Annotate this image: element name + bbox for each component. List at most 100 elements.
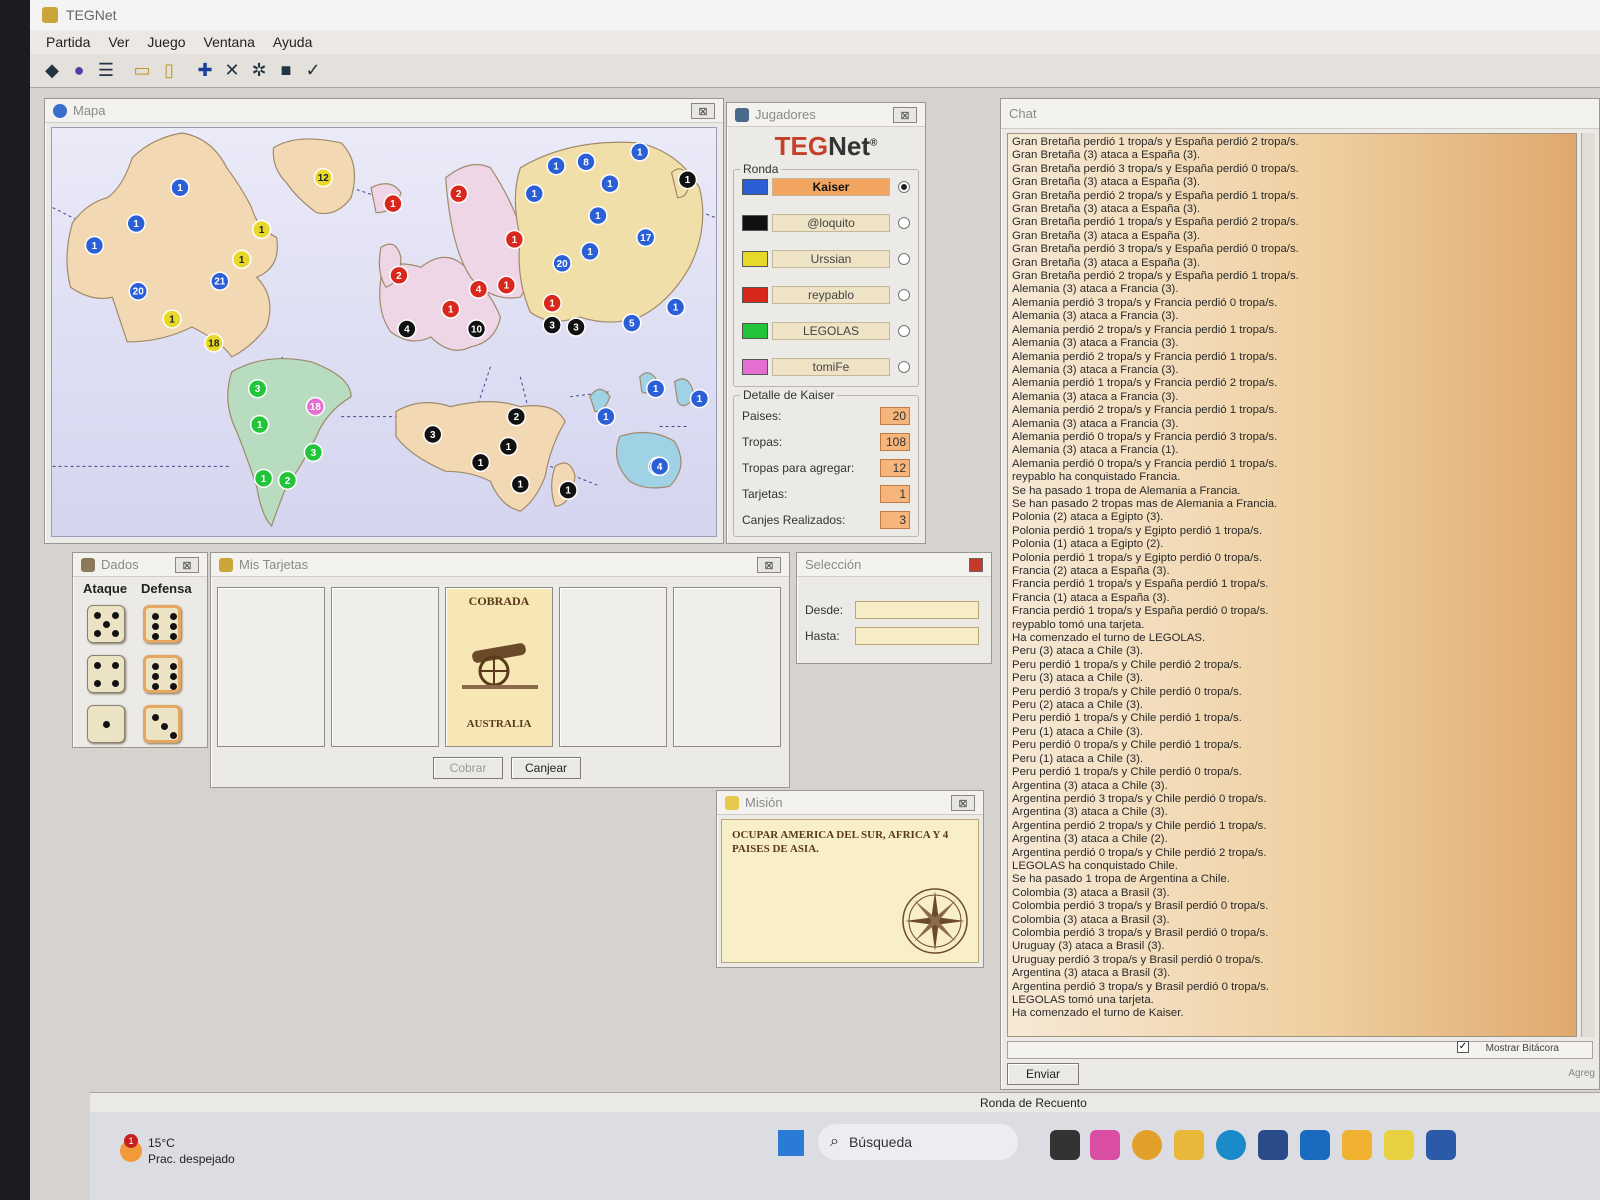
troop-token[interactable]: 3 <box>542 315 562 335</box>
troop-token[interactable]: 1 <box>580 241 600 262</box>
from-field[interactable] <box>855 601 979 619</box>
troop-token[interactable]: 1 <box>504 229 525 250</box>
troop-token[interactable]: 1 <box>496 275 517 295</box>
troop-token[interactable]: 1 <box>253 468 274 488</box>
troop-token[interactable]: 1 <box>162 309 182 329</box>
troop-token[interactable]: 1 <box>689 388 710 409</box>
troop-token[interactable]: 12 <box>313 168 333 188</box>
menu-ver[interactable]: Ver <box>108 34 129 50</box>
chrome-icon[interactable] <box>1132 1130 1162 1160</box>
add-troops-icon[interactable]: ✚ <box>193 59 217 83</box>
troop-token[interactable]: 1 <box>251 219 272 240</box>
player-row[interactable]: LEGOLAS <box>742 320 910 342</box>
player-radio[interactable] <box>898 289 910 301</box>
word-icon[interactable] <box>1426 1130 1456 1160</box>
start-windows-icon[interactable] <box>778 1130 804 1156</box>
close-icon[interactable]: ⊠ <box>951 795 975 811</box>
troop-token[interactable]: 20 <box>552 253 572 274</box>
menu-ventana[interactable]: Ventana <box>204 34 255 50</box>
country-card[interactable]: COBRADA AUSTRALIA <box>445 587 553 747</box>
troop-token[interactable]: 1 <box>600 174 620 194</box>
troop-token[interactable]: 20 <box>128 281 148 301</box>
close-icon[interactable]: ⊠ <box>757 557 781 573</box>
edge-icon[interactable] <box>1216 1130 1246 1160</box>
flag-icon[interactable] <box>969 558 983 572</box>
troop-token[interactable]: 18 <box>204 333 224 353</box>
player-radio[interactable] <box>898 253 910 265</box>
store-icon[interactable] <box>1258 1130 1288 1160</box>
troop-token[interactable]: 3 <box>247 379 268 399</box>
attack-icon[interactable]: ✕ <box>220 59 244 83</box>
troop-token[interactable]: 3 <box>566 317 586 337</box>
troop-token[interactable]: 2 <box>448 183 469 204</box>
troop-token[interactable]: 2 <box>389 265 409 285</box>
cobrar-button[interactable]: Cobrar <box>433 757 503 779</box>
taskview-icon[interactable] <box>1050 1130 1080 1160</box>
send-button[interactable]: Enviar <box>1007 1063 1079 1085</box>
player-radio[interactable] <box>898 181 910 193</box>
player-row[interactable]: Kaiser <box>742 176 910 198</box>
troop-token[interactable]: 1 <box>645 379 666 399</box>
troop-token[interactable]: 1 <box>558 480 578 500</box>
close-icon[interactable]: ⊠ <box>893 107 917 123</box>
troop-token[interactable]: 1 <box>249 414 270 435</box>
player-radio[interactable] <box>898 325 910 337</box>
close-icon[interactable]: ⊠ <box>175 557 199 573</box>
troop-token[interactable]: 3 <box>423 424 443 445</box>
troop-token[interactable]: 1 <box>665 297 686 317</box>
world-map[interactable]: 1 1 1 20 12 1 1 21 1 18 3 18 1 3 1 2 1 2 2 4 1 10 4 1 1 20 1 3 3 1 1 8 1… <box>51 127 717 537</box>
player-row[interactable]: reypablo <box>742 284 910 306</box>
close-icon[interactable]: ⊠ <box>691 103 715 119</box>
troop-token[interactable]: 1 <box>510 474 531 494</box>
troop-token[interactable]: 5 <box>622 313 642 333</box>
troop-token[interactable]: 10 <box>466 319 487 339</box>
list-icon[interactable]: ☰ <box>94 59 118 83</box>
troop-token[interactable]: 1 <box>498 436 519 457</box>
end-turn-icon[interactable]: ✓ <box>301 59 325 83</box>
troop-token[interactable]: 1 <box>126 213 146 234</box>
menu-ayuda[interactable]: Ayuda <box>273 34 312 50</box>
connect-icon[interactable]: ◆ <box>40 59 64 83</box>
pencil-app-icon[interactable] <box>1342 1130 1372 1160</box>
regroup-icon[interactable]: ✲ <box>247 59 271 83</box>
troop-token[interactable]: 1 <box>170 178 190 198</box>
troop-token[interactable]: 1 <box>546 156 566 176</box>
troop-token[interactable]: 8 <box>576 152 596 172</box>
player-row[interactable]: tomiFe <box>742 356 910 378</box>
troop-token[interactable]: 1 <box>630 142 650 162</box>
get-card-icon[interactable]: ■ <box>274 59 298 83</box>
show-log-checkbox[interactable]: ✓ <box>1457 1041 1469 1053</box>
tegnet-taskbar-icon[interactable] <box>1384 1130 1414 1160</box>
troop-token[interactable]: 18 <box>305 396 326 417</box>
to-field[interactable] <box>855 627 979 645</box>
troop-token[interactable]: 1 <box>383 193 403 214</box>
player-radio[interactable] <box>898 217 910 229</box>
folder-icon[interactable]: ▭ <box>130 59 154 83</box>
card-icon[interactable]: ▯ <box>157 59 181 83</box>
troop-token[interactable]: 1 <box>596 406 616 427</box>
troop-token[interactable]: 1 <box>542 293 562 313</box>
troop-token[interactable]: 1 <box>677 170 698 190</box>
troop-token[interactable]: 2 <box>277 470 298 490</box>
troop-token[interactable]: 1 <box>588 205 608 226</box>
troop-token[interactable]: 2 <box>506 406 527 427</box>
menu-juego[interactable]: Juego <box>147 34 185 50</box>
chat-scrollbar[interactable] <box>1581 133 1595 1037</box>
troop-token[interactable]: 4 <box>649 456 670 477</box>
copilot-icon[interactable] <box>1090 1130 1120 1160</box>
troop-token[interactable]: 1 <box>231 249 252 270</box>
troop-token[interactable]: 1 <box>84 235 105 256</box>
file-explorer-icon[interactable] <box>1174 1130 1204 1160</box>
globe-icon[interactable]: ● <box>67 59 91 83</box>
player-row[interactable]: Urssian <box>742 248 910 270</box>
troop-token[interactable]: 1 <box>524 183 544 204</box>
troop-token[interactable]: 3 <box>303 442 324 463</box>
troop-token[interactable]: 17 <box>636 227 656 248</box>
outlook-icon[interactable] <box>1300 1130 1330 1160</box>
chat-log[interactable]: Gran Bretaña perdió 1 tropa/s y España p… <box>1007 133 1577 1037</box>
player-radio[interactable] <box>898 361 910 373</box>
troop-token[interactable]: 4 <box>468 279 489 299</box>
troop-token[interactable]: 1 <box>470 452 491 473</box>
taskbar-search[interactable]: ⌕ Búsqueda <box>818 1124 1018 1160</box>
troop-token[interactable]: 4 <box>397 319 417 339</box>
